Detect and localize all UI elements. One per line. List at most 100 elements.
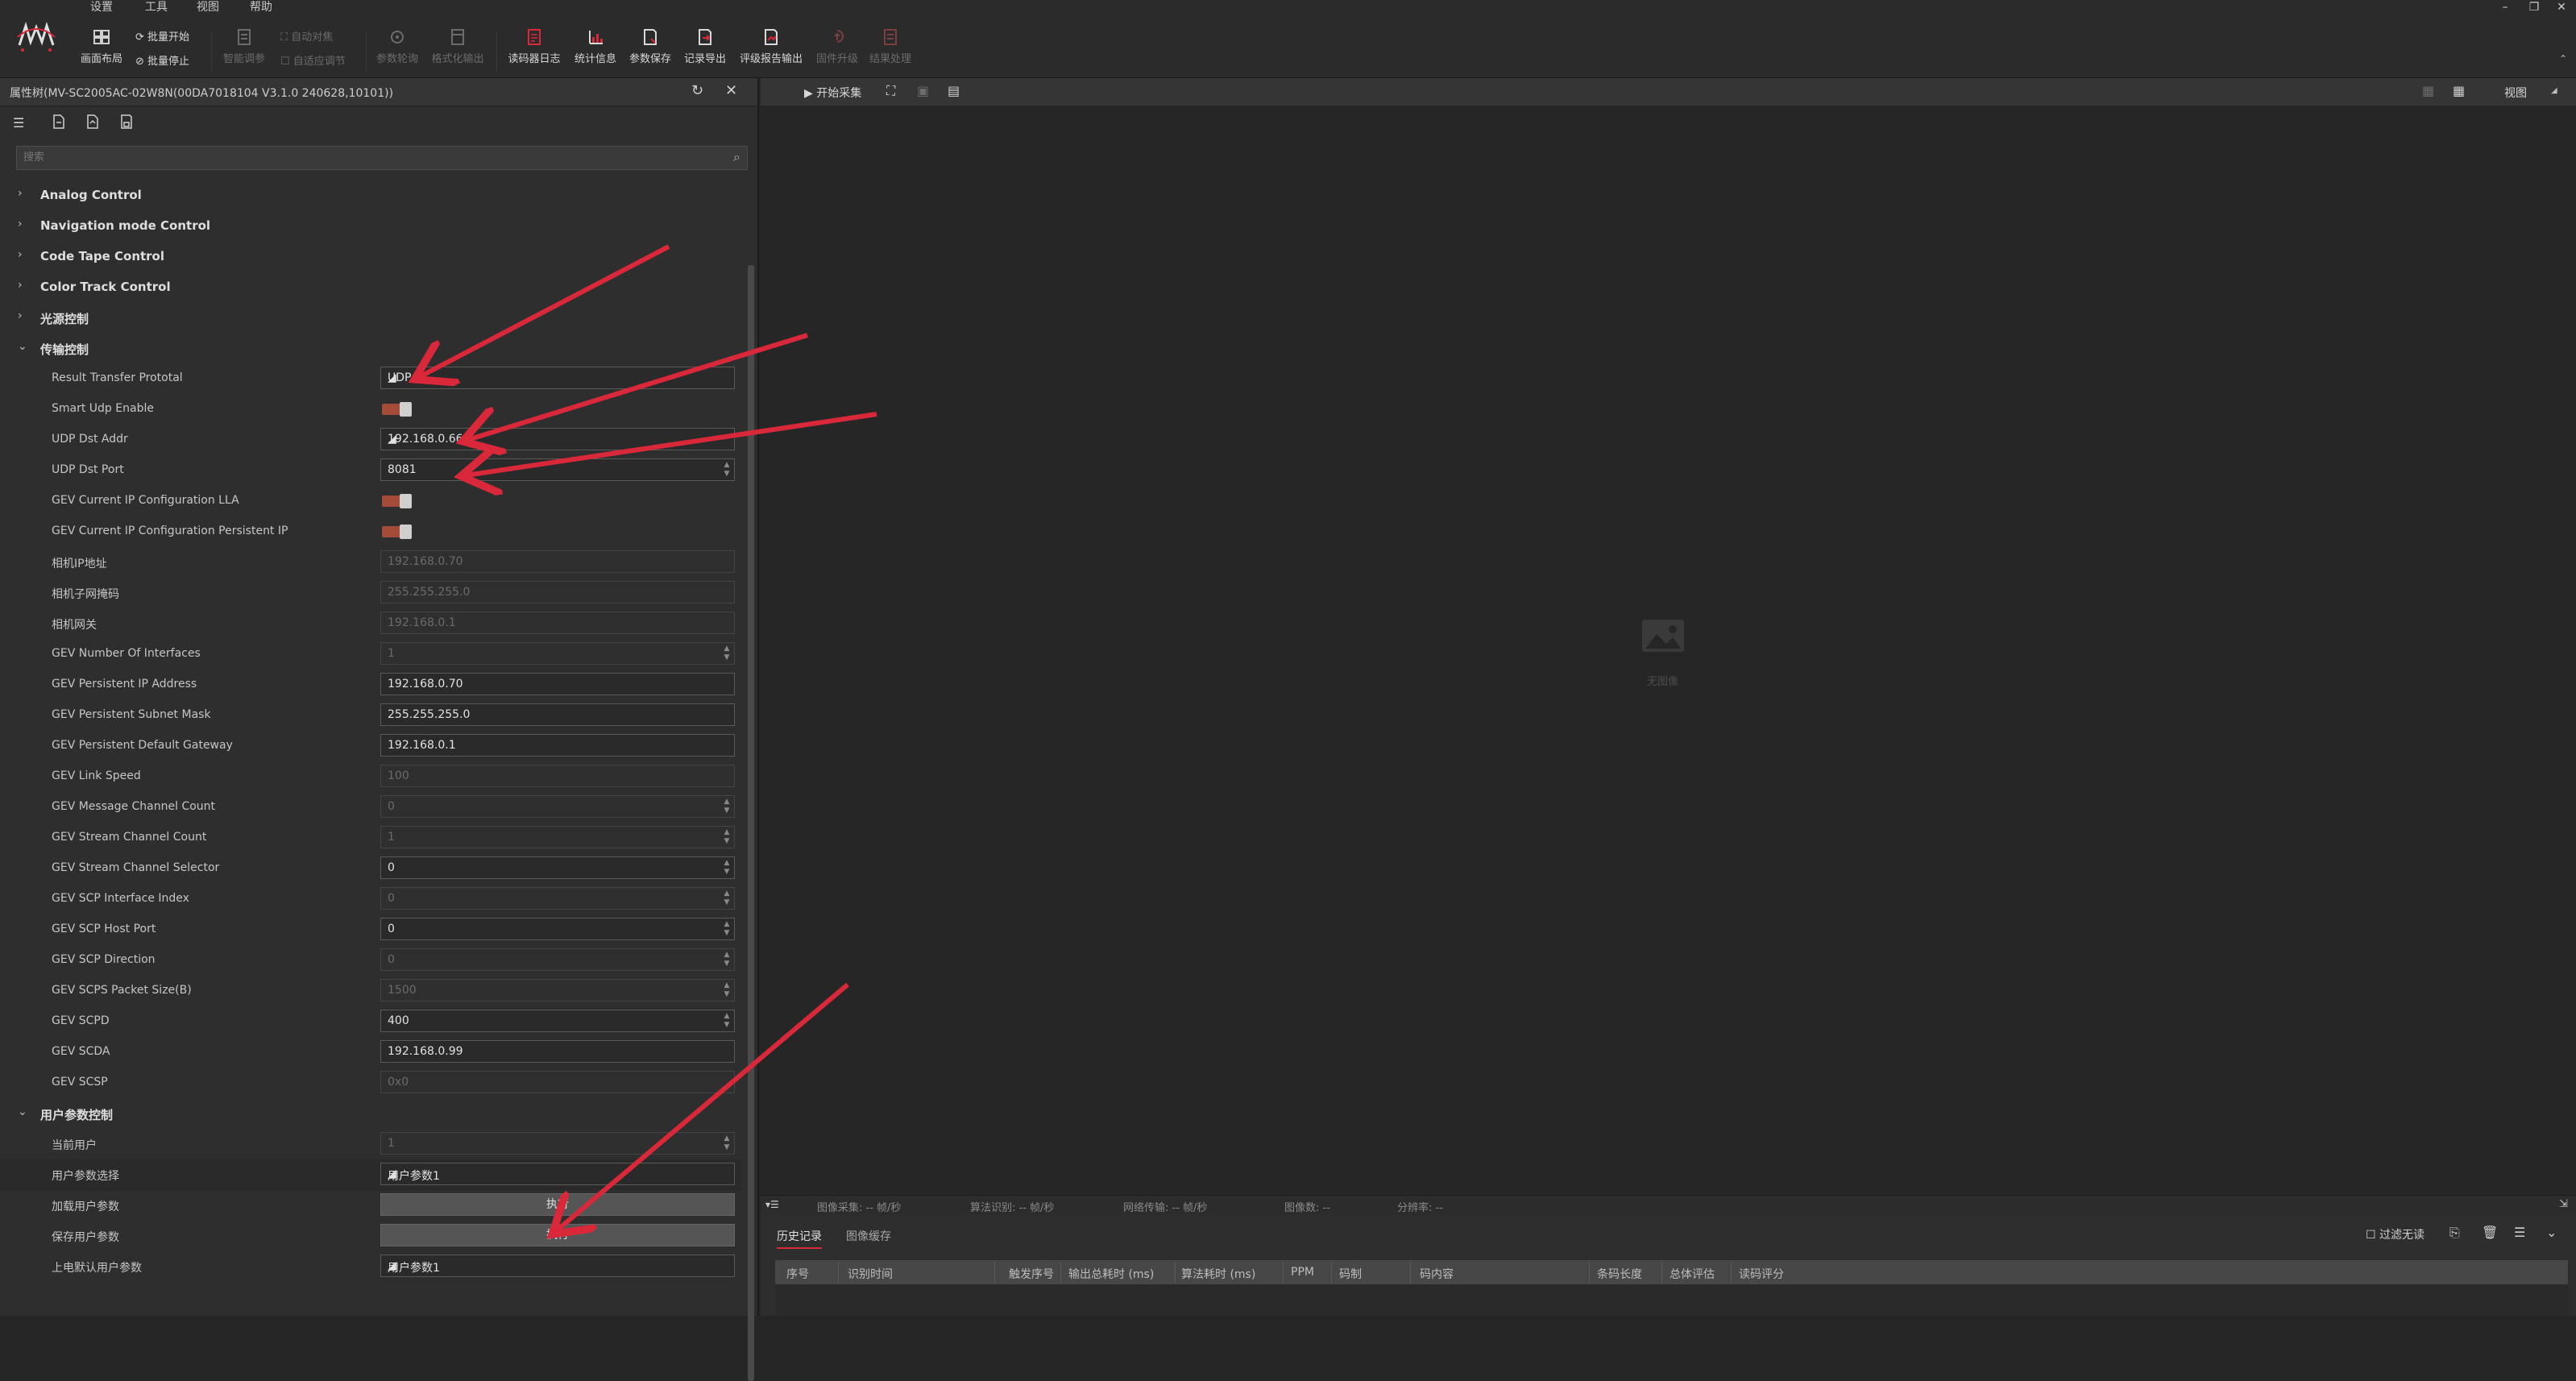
firmware-upgrade-button[interactable]: 固件升级: [812, 24, 862, 74]
user-param-select[interactable]: 用户参数1 ◢: [380, 1163, 735, 1185]
auto-focus-button[interactable]: ⛶ 自动对焦: [280, 29, 333, 47]
search-icon[interactable]: ⌕: [733, 149, 740, 165]
filter-no-read-checkbox[interactable]: ☐ 过滤无读: [2366, 1226, 2425, 1242]
result-process-button[interactable]: 结果处理: [865, 24, 915, 74]
group-code-tape[interactable]: › Code Tape Control: [0, 241, 741, 272]
spin-arrows-icon[interactable]: ▲ ▼: [723, 920, 731, 938]
param-row: 加载用户参数 执行: [0, 1190, 741, 1221]
smart-udp-enable-toggle[interactable]: [382, 402, 414, 417]
result-transfer-protocol-select[interactable]: UDP ◢: [380, 367, 735, 389]
menu-toggle-icon[interactable]: ▾☰: [765, 1199, 779, 1210]
import-file-icon[interactable]: [52, 114, 66, 130]
column-header[interactable]: 识别时间: [848, 1266, 893, 1282]
search-field[interactable]: ⌕: [16, 146, 748, 170]
save-file-icon[interactable]: [119, 114, 134, 130]
export-file-icon[interactable]: [85, 114, 100, 130]
group-user-param[interactable]: ⌄ 用户参数控制: [0, 1098, 741, 1129]
chevron-down-icon[interactable]: ⌄: [2546, 1225, 2557, 1240]
gev-persistent-ip-input[interactable]: 192.168.0.70: [380, 673, 735, 695]
list-icon[interactable]: ☰: [2514, 1225, 2525, 1240]
record-export-button[interactable]: 记录导出: [678, 24, 732, 74]
column-header[interactable]: 总体评估: [1670, 1266, 1715, 1282]
spin-arrows-icon: ▲ ▼: [724, 951, 730, 968]
history-table-header: 序号 识别时间 触发序号 输出总耗时 (ms) 算法耗时 (ms) PPM 码制…: [775, 1260, 2568, 1284]
udp-dst-addr-input[interactable]: 192.168.0.66 ◢: [380, 428, 735, 450]
dropdown-icon[interactable]: ◢: [2551, 86, 2557, 95]
spin-arrows-icon[interactable]: ▲ ▼: [723, 859, 731, 877]
start-capture-button[interactable]: ▶ 开始采集: [804, 85, 861, 101]
gev-ip-lla-toggle[interactable]: [382, 494, 414, 508]
column-header[interactable]: 码内容: [1420, 1266, 1454, 1282]
batch-stop-button[interactable]: ⊘ 批量停止: [135, 53, 189, 71]
auto-adjust-checkbox[interactable]: ☐ 自适应调节: [280, 53, 346, 71]
image-icon[interactable]: ▦: [2422, 83, 2434, 98]
column-header[interactable]: 序号: [786, 1266, 809, 1282]
group-transfer-control[interactable]: ⌄ 传输控制: [0, 333, 741, 363]
status-network-transfer: 网络传输: -- 帧/秒: [1123, 1202, 1208, 1214]
group-color-track[interactable]: › Color Track Control: [0, 272, 741, 302]
format-output-button[interactable]: 格式化输出: [425, 24, 490, 74]
fit-screen-icon[interactable]: ⛶: [886, 83, 895, 99]
layout-button[interactable]: 画面布局: [77, 24, 126, 74]
export-icon[interactable]: ⎘: [2449, 1225, 2460, 1241]
menu-tools[interactable]: 工具: [145, 0, 168, 16]
image-viewport[interactable]: 无图像: [761, 106, 2576, 1195]
chevron-right-icon: ›: [18, 187, 23, 200]
group-light-control[interactable]: › 光源控制: [0, 302, 741, 333]
gev-scpd-stepper[interactable]: 400 ▲ ▼: [380, 1010, 735, 1032]
param-row: GEV SCP Interface Index 0 ▲ ▼: [0, 884, 741, 914]
grade-report-button[interactable]: 评级报告输出: [733, 24, 809, 74]
stats-button[interactable]: 统计信息: [569, 24, 622, 74]
menu-settings[interactable]: 设置: [90, 0, 113, 16]
gev-scda-input[interactable]: 192.168.0.99: [380, 1040, 735, 1063]
column-header[interactable]: 读码评分: [1739, 1266, 1784, 1282]
tab-image-cache[interactable]: 图像缓存: [846, 1228, 891, 1244]
search-input[interactable]: [17, 147, 708, 168]
panel-title: 属性树(MV-SC2005AC-02W8N(00DA7018104 V3.1.0…: [10, 87, 394, 100]
save-user-param-button[interactable]: 执行: [380, 1224, 735, 1246]
camera-icon[interactable]: ▣: [917, 83, 929, 98]
smart-tune-button[interactable]: 智能调参: [219, 24, 269, 74]
history-table-body[interactable]: [775, 1284, 2568, 1316]
column-header[interactable]: 条码长度: [1597, 1266, 1642, 1282]
load-user-param-button[interactable]: 执行: [380, 1193, 735, 1216]
collapse-toolbar-icon[interactable]: ⌃: [2559, 53, 2567, 64]
close-panel-icon[interactable]: ✕: [725, 82, 737, 99]
menu-view[interactable]: 视图: [197, 0, 219, 16]
trash-icon[interactable]: 🗑: [2482, 1225, 2498, 1240]
expand-list-icon[interactable]: ☰: [13, 115, 24, 131]
param-row: GEV Persistent Default Gateway 192.168.0…: [0, 731, 741, 761]
power-on-default-select[interactable]: 用户参数1 ◢: [380, 1255, 735, 1277]
view-menu[interactable]: 视图: [2504, 85, 2527, 101]
reader-log-button[interactable]: 读码器日志: [503, 24, 566, 74]
param-row: GEV SCPD 400 ▲ ▼: [0, 1006, 741, 1037]
snapshot-icon[interactable]: ▤: [948, 83, 960, 98]
spin-arrows-icon[interactable]: ▲ ▼: [723, 461, 731, 479]
column-header[interactable]: 输出总耗时 (ms): [1068, 1266, 1154, 1282]
column-header[interactable]: 码制: [1339, 1266, 1362, 1282]
group-analog-control[interactable]: › Analog Control: [0, 180, 741, 210]
param-save-button[interactable]: 参数保存: [624, 24, 677, 74]
spin-arrows-icon[interactable]: ▲ ▼: [723, 1012, 731, 1030]
column-header[interactable]: 触发序号: [1009, 1266, 1054, 1282]
gev-persistent-mask-input[interactable]: 255.255.255.0: [380, 703, 735, 726]
panel-scrollbar[interactable]: [748, 265, 754, 1381]
column-header[interactable]: 算法耗时 (ms): [1181, 1266, 1255, 1282]
group-navigation-mode[interactable]: › Navigation mode Control: [0, 210, 741, 241]
gev-persistent-gateway-input[interactable]: 192.168.0.1: [380, 734, 735, 757]
gev-scp-host-port-stepper[interactable]: 0 ▲ ▼: [380, 918, 735, 940]
udp-dst-port-stepper[interactable]: 8081 ▲ ▼: [380, 458, 735, 481]
gev-ip-persistent-toggle[interactable]: [382, 525, 414, 539]
tab-history[interactable]: 历史记录: [777, 1228, 822, 1249]
close-window-button[interactable]: ✕: [2549, 0, 2574, 15]
refresh-icon[interactable]: ↻: [691, 82, 703, 99]
restore-button[interactable]: ❐: [2522, 0, 2546, 15]
grid-view-icon[interactable]: ▦: [2453, 83, 2465, 98]
menu-help[interactable]: 帮助: [250, 0, 272, 16]
minimize-button[interactable]: –: [2493, 0, 2517, 15]
column-header[interactable]: PPM: [1291, 1266, 1314, 1279]
gev-stream-channel-selector-stepper[interactable]: 0 ▲ ▼: [380, 856, 735, 879]
batch-start-button[interactable]: ⟳ 批量开始: [135, 29, 189, 47]
param-poll-button[interactable]: 参数轮询: [372, 24, 422, 74]
expand-panel-icon[interactable]: ⇲: [2559, 1198, 2568, 1210]
